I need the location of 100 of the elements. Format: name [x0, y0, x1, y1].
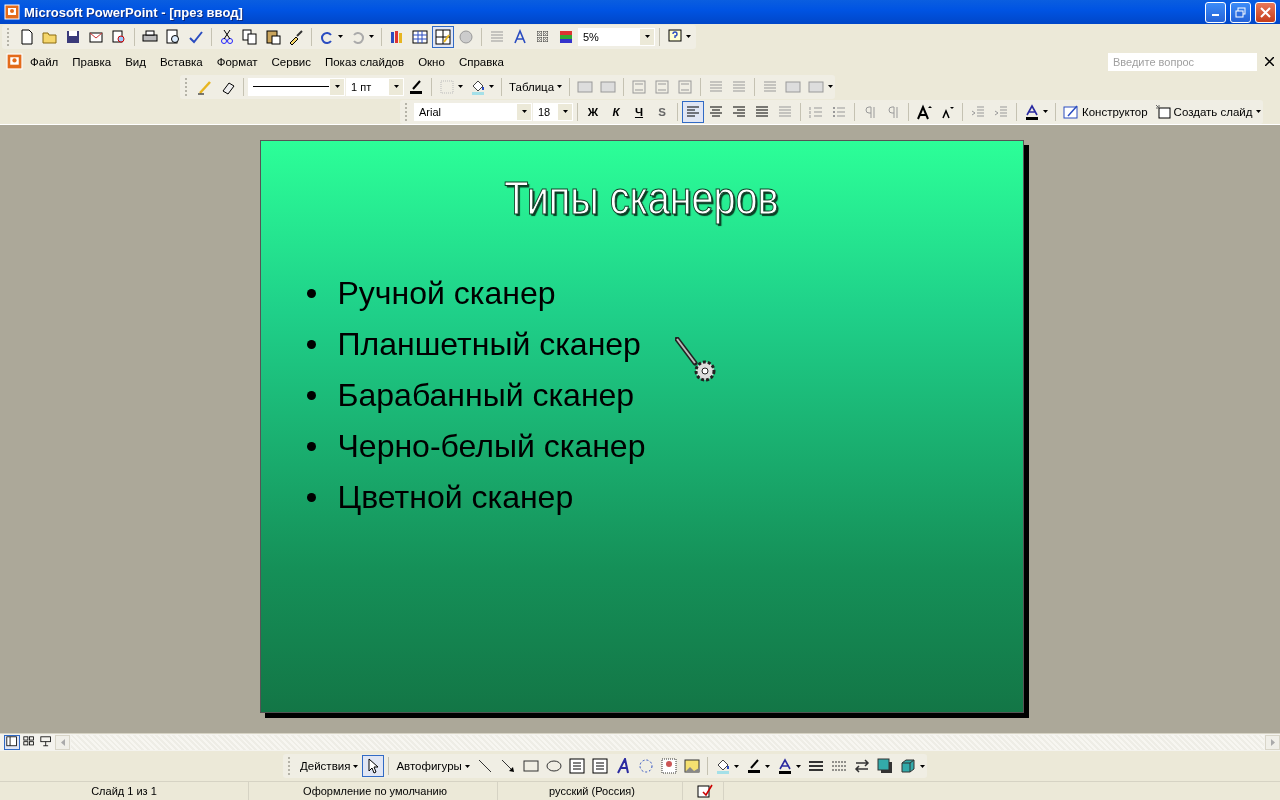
bullet-text: Черно-белый сканер [337, 428, 646, 465]
caret-icon [644, 35, 650, 38]
wordart-icon [614, 758, 631, 774]
window-title: Microsoft PowerPoint - [през ввод] [24, 4, 244, 20]
distribute-rows-icon [708, 78, 725, 95]
print-preview-icon [165, 28, 181, 45]
slide-counter: Слайд 1 из 1 [0, 782, 249, 800]
menu-item[interactable]: Вид [118, 52, 153, 71]
caret-icon [393, 85, 399, 88]
fill-color-icon [714, 758, 731, 774]
clip-art-icon [660, 758, 677, 774]
app-logo-icon [4, 4, 20, 20]
language-indicator: русский (Россия) [502, 782, 683, 800]
menu-item[interactable]: Окно [411, 52, 452, 71]
fill-color-icon [470, 78, 486, 95]
borders-icon [439, 78, 455, 95]
font-color-icon [776, 758, 793, 774]
line-color-icon [745, 758, 762, 774]
caret-icon [334, 85, 340, 88]
caret-icon [338, 35, 343, 38]
caret-icon [686, 35, 691, 38]
caret-icon [562, 110, 568, 113]
format-painter-icon [288, 28, 304, 45]
design-icon [1063, 103, 1079, 120]
slide-show-icon [39, 736, 53, 749]
minimize-button[interactable] [1205, 1, 1226, 23]
save-icon [65, 28, 81, 45]
left-arrow-icon [60, 739, 65, 746]
document-icon [6, 53, 23, 70]
right-arrow-icon [1270, 739, 1275, 746]
restore-icon [1235, 6, 1246, 18]
ask-question-field[interactable]: Введите вопрос [1108, 52, 1257, 71]
table-menu-button[interactable]: Таблица [506, 75, 566, 98]
design-button[interactable]: Конструктор [1060, 100, 1151, 123]
align-left-icon [685, 103, 701, 120]
spelling-status-icon [697, 783, 713, 799]
menu-item[interactable]: Файл [23, 52, 66, 71]
normal-view-button[interactable] [4, 735, 20, 750]
autoshapes-menu-button[interactable]: Автофигуры [393, 755, 473, 777]
menu-item[interactable]: Правка [65, 52, 119, 71]
bullet-icon [306, 493, 316, 502]
select-objects-button[interactable] [362, 755, 385, 777]
table-icon [412, 28, 428, 45]
caret-icon [1256, 110, 1262, 113]
bullet-icon [306, 391, 316, 400]
caret-icon [521, 110, 527, 113]
align-left-button[interactable] [682, 100, 704, 123]
close-button[interactable] [1255, 1, 1276, 23]
help-icon [667, 28, 683, 45]
align-bottom-icon [677, 78, 694, 95]
close-icon[interactable] [1265, 57, 1274, 66]
line-style-combo[interactable] [248, 77, 345, 96]
tables-borders-button[interactable] [432, 25, 454, 48]
design-template-name: Оформление по умолчанию [253, 782, 498, 800]
rectangle-icon [522, 758, 539, 774]
bold-button[interactable]: Ж [582, 100, 604, 123]
actions-menu-button[interactable]: Действия [297, 755, 362, 777]
color-grayscale-icon [558, 28, 574, 45]
dash-style-icon [830, 758, 847, 774]
font-format-icon [512, 28, 528, 45]
zoom-combo[interactable]: 5% [578, 27, 655, 46]
menu-item[interactable]: Сервис [264, 52, 318, 71]
caret-icon [353, 764, 359, 768]
underline-button[interactable]: Ч [628, 100, 650, 123]
distribute-columns-icon [731, 78, 748, 95]
justify-icon [754, 103, 770, 120]
shadow-style-icon [876, 758, 893, 774]
text-box-icon [568, 758, 585, 774]
line-weight-combo[interactable]: 1 пт [346, 77, 404, 96]
grid-icon [535, 28, 551, 45]
new-slide-button[interactable]: Создать слайд [1151, 100, 1256, 123]
cut-icon [219, 28, 235, 45]
line-sample-icon [253, 85, 329, 88]
bullet-text: Барабанный сканер [337, 377, 635, 414]
align-center-icon [708, 103, 724, 120]
increase-font-icon [916, 103, 932, 120]
menu-item[interactable]: Справка [451, 52, 511, 71]
menu-item[interactable]: Показ слайдов [317, 52, 412, 71]
arrow-style-icon [853, 758, 870, 774]
close-icon [1260, 6, 1271, 18]
shadow-button[interactable]: S [651, 100, 673, 123]
border-color-icon [408, 78, 424, 95]
line-style-icon [807, 758, 824, 774]
increase-indent-icon [993, 103, 1009, 120]
line-icon [476, 758, 493, 774]
decrease-indent-icon [970, 103, 986, 120]
font-combo[interactable]: Arial [414, 102, 532, 121]
restore-button[interactable] [1230, 1, 1251, 23]
copy-icon [242, 28, 258, 45]
slide-sorter-icon [22, 736, 36, 749]
italic-button[interactable]: К [605, 100, 627, 123]
menu-item[interactable]: Формат [209, 52, 265, 71]
font-size-combo[interactable]: 18 [533, 102, 573, 121]
menu-item[interactable]: Вставка [152, 52, 210, 71]
left-to-right-icon [862, 103, 878, 120]
align-right-icon [731, 103, 747, 120]
new-slide-icon [1154, 103, 1171, 120]
caret-icon [1043, 110, 1048, 113]
arrow-icon [499, 758, 516, 774]
3d-style-icon [899, 758, 916, 774]
